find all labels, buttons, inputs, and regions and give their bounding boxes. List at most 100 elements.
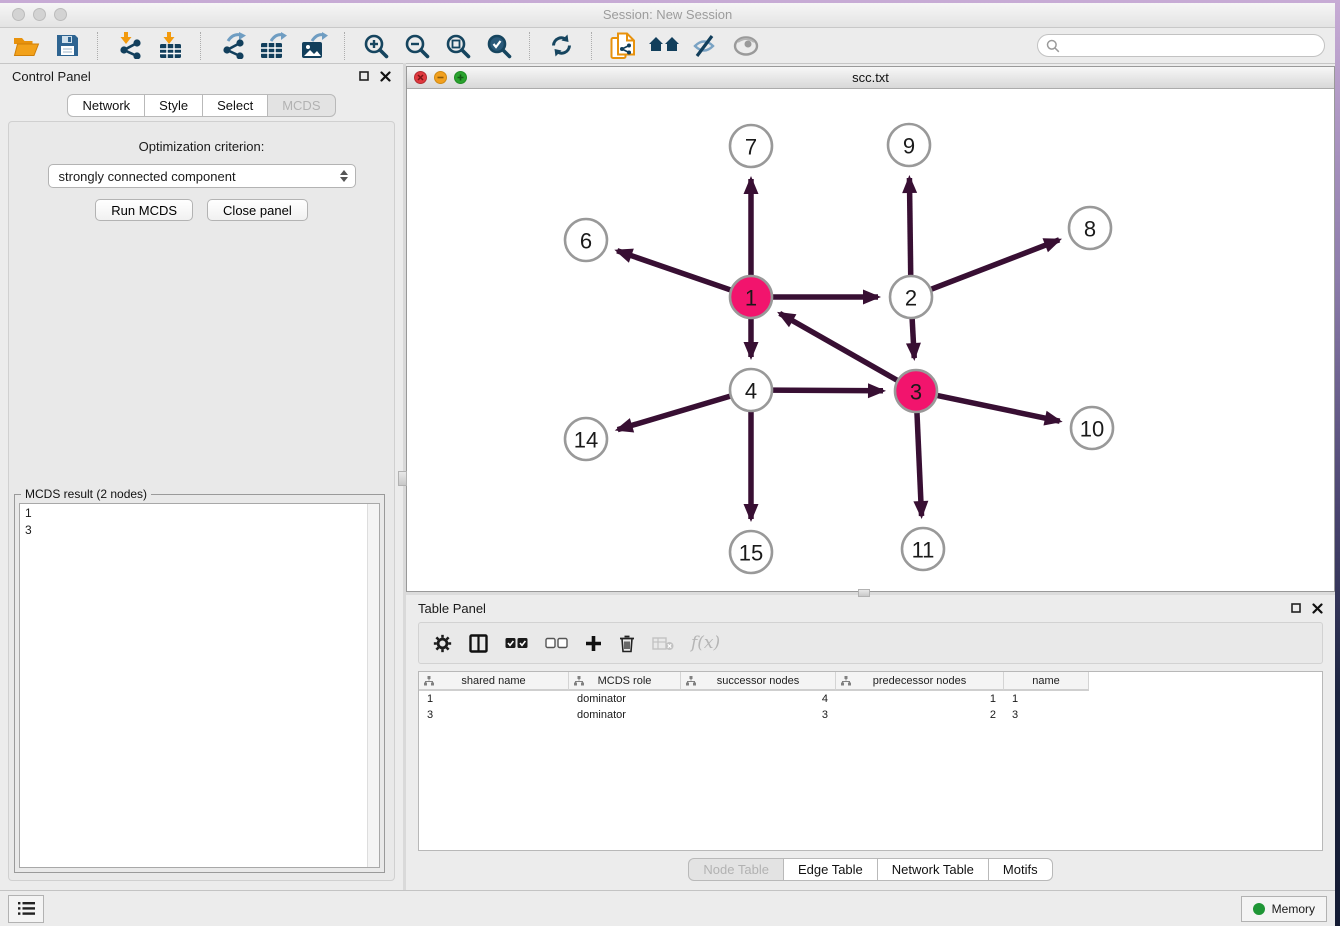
network-zoom-button[interactable]: [454, 71, 467, 84]
zoom-window-button[interactable]: [54, 8, 67, 21]
refresh-icon[interactable]: [545, 30, 577, 62]
graph-node-label: 14: [574, 428, 598, 453]
tab-style[interactable]: Style: [144, 94, 203, 117]
graph-edge-2-9[interactable]: [909, 178, 910, 278]
hierarchy-icon: [686, 676, 696, 686]
close-panel-button[interactable]: Close panel: [207, 199, 308, 221]
zoom-fit-icon[interactable]: [442, 30, 474, 62]
float-panel-icon[interactable]: [1291, 603, 1301, 613]
tab-network[interactable]: Network: [67, 94, 145, 117]
graph-node-label: 3: [910, 380, 922, 405]
window-controls: [12, 8, 67, 21]
graph-edge-2-3[interactable]: [912, 316, 914, 358]
delete-column-trash-icon[interactable]: [619, 634, 635, 653]
column-header-successor-nodes[interactable]: successor nodes: [681, 672, 836, 691]
cell-successor-nodes[interactable]: 4: [681, 693, 836, 705]
delete-table-icon-disabled: [652, 636, 674, 651]
export-network-icon[interactable]: [216, 30, 248, 62]
graph-edge-3-10[interactable]: [935, 395, 1060, 421]
list-icon: [18, 902, 35, 915]
zoom-in-icon[interactable]: [360, 30, 392, 62]
right-column: scc.txt 1234678910111415 Table Panel: [406, 63, 1335, 890]
tab-select[interactable]: Select: [202, 94, 268, 117]
tab-network-table[interactable]: Network Table: [877, 858, 989, 881]
network-minimize-button[interactable]: [434, 71, 447, 84]
column-header-mcds-role[interactable]: MCDS role: [569, 672, 681, 691]
cell-predecessor-nodes[interactable]: 2: [836, 709, 1004, 721]
nested-networks-icon[interactable]: [648, 30, 680, 62]
control-panel-title: Control Panel: [12, 69, 91, 84]
import-table-icon[interactable]: [154, 30, 186, 62]
run-mcds-button[interactable]: Run MCDS: [95, 199, 193, 221]
table-row[interactable]: 3 dominator 3 2 3: [419, 707, 1322, 723]
table-settings-gear-icon[interactable]: [433, 634, 452, 653]
tab-edge-table[interactable]: Edge Table: [783, 858, 878, 881]
column-header-predecessor-nodes[interactable]: predecessor nodes: [836, 672, 1004, 691]
graph-node-label: 4: [745, 379, 757, 404]
cell-predecessor-nodes[interactable]: 1: [836, 693, 1004, 705]
cell-shared-name[interactable]: 1: [419, 693, 569, 705]
memory-button[interactable]: Memory: [1241, 896, 1327, 922]
minimize-window-button[interactable]: [33, 8, 46, 21]
network-canvas-svg: 1234678910111415: [407, 89, 1334, 590]
tab-mcds[interactable]: MCDS: [267, 94, 335, 117]
import-network-icon[interactable]: [113, 30, 145, 62]
show-all-icon[interactable]: [730, 30, 762, 62]
open-session-icon[interactable]: [10, 30, 42, 62]
close-window-button[interactable]: [12, 8, 25, 21]
mcds-result-text[interactable]: 1 3: [19, 503, 380, 868]
graph-edge-2-8[interactable]: [929, 240, 1059, 290]
export-table-icon[interactable]: [257, 30, 289, 62]
export-image-icon[interactable]: [298, 30, 330, 62]
cell-successor-nodes[interactable]: 3: [681, 709, 836, 721]
function-builder-icon: f(x): [691, 633, 720, 653]
save-session-icon[interactable]: [51, 30, 83, 62]
float-panel-icon[interactable]: [359, 71, 369, 81]
cell-name[interactable]: 1: [1004, 693, 1089, 705]
show-columns-icon[interactable]: [469, 634, 488, 653]
graph-edge-4-14[interactable]: [618, 395, 733, 429]
unselect-all-icon[interactable]: [545, 637, 568, 649]
graph-edge-3-11[interactable]: [917, 410, 922, 516]
network-close-button[interactable]: [414, 71, 427, 84]
desktop-wallpaper-strip-right: [1335, 0, 1340, 926]
hide-selected-icon[interactable]: [689, 30, 721, 62]
clone-network-icon[interactable]: [607, 30, 639, 62]
criterion-dropdown-value: strongly connected component: [59, 169, 236, 184]
graph-edge-4-3[interactable]: [770, 390, 883, 391]
vertical-splitter-grip[interactable]: [398, 471, 407, 486]
network-canvas[interactable]: 1234678910111415: [407, 89, 1334, 591]
select-all-icon[interactable]: [505, 637, 528, 649]
zoom-selected-icon[interactable]: [483, 30, 515, 62]
graph-node-label: 1: [745, 286, 757, 311]
column-header-name[interactable]: name: [1004, 672, 1089, 691]
mcds-result-line: 3: [25, 522, 374, 539]
table-row[interactable]: 1 dominator 4 1 1: [419, 691, 1322, 707]
graph-edge-3-1[interactable]: [780, 313, 900, 381]
node-table: shared name MCDS role successor nodes: [418, 671, 1323, 851]
search-input[interactable]: [1065, 38, 1316, 54]
horizontal-splitter-grip[interactable]: [858, 589, 870, 597]
panel-menu-button[interactable]: [8, 895, 44, 923]
result-scrollbar[interactable]: [367, 504, 379, 867]
cell-mcds-role[interactable]: dominator: [569, 693, 681, 705]
tab-motifs[interactable]: Motifs: [988, 858, 1053, 881]
cell-shared-name[interactable]: 3: [419, 709, 569, 721]
hierarchy-icon: [424, 676, 434, 686]
close-panel-icon[interactable]: [1312, 603, 1323, 614]
search-field[interactable]: [1037, 34, 1325, 57]
tab-node-table[interactable]: Node Table: [688, 858, 784, 881]
cell-name[interactable]: 3: [1004, 709, 1089, 721]
control-panel-header: Control Panel: [0, 63, 403, 89]
criterion-dropdown[interactable]: strongly connected component: [48, 164, 356, 188]
zoom-out-icon[interactable]: [401, 30, 433, 62]
cell-mcds-role[interactable]: dominator: [569, 709, 681, 721]
close-panel-icon[interactable]: [380, 71, 391, 82]
add-column-plus-icon[interactable]: [585, 635, 602, 652]
toolbar-separator: [591, 32, 593, 60]
graph-node-label: 11: [912, 538, 935, 563]
mcds-result-title: MCDS result (2 nodes): [21, 487, 151, 501]
graph-edge-1-6[interactable]: [617, 251, 733, 291]
table-toolbar: f(x): [418, 622, 1323, 664]
column-header-shared-name[interactable]: shared name: [419, 672, 569, 691]
